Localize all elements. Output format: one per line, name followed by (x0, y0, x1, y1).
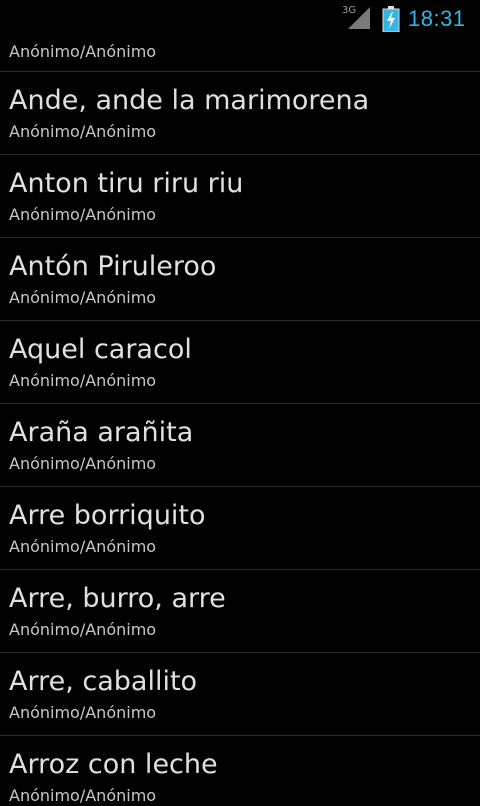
network-indicator: 3G (342, 6, 372, 30)
list-item-title: Arre, burro, arre (9, 583, 226, 614)
clock: 18:31 (408, 6, 466, 31)
list-item-title: Arroz con leche (9, 749, 218, 780)
list-item-subtitle: Anónimo/Anónimo (9, 371, 157, 390)
list-item[interactable]: Anton tiru riru riu Anónimo/Anónimo (0, 155, 480, 238)
list-item-title: Araña arañita (9, 417, 194, 448)
list-item-subtitle: Anónimo/Anónimo (9, 205, 157, 224)
list-item[interactable]: Aquel caracol Anónimo/Anónimo (0, 321, 480, 404)
list-item[interactable]: Antón Piruleroo Anónimo/Anónimo (0, 238, 480, 321)
list-item-title: Anton tiru riru riu (9, 168, 244, 199)
signal-icon (348, 7, 370, 29)
list-item-subtitle: Anónimo/Anónimo (9, 122, 157, 141)
list-item-subtitle: Anónimo/Anónimo (9, 288, 157, 307)
list-item-subtitle: Anónimo/Anónimo (9, 703, 157, 722)
list-item[interactable]: Ande, ande la marimorena Anónimo/Anónimo (0, 72, 480, 155)
list-item-subtitle: Anónimo/Anónimo (9, 42, 157, 61)
list-item-subtitle: Anónimo/Anónimo (9, 620, 157, 639)
battery-charging-icon (382, 6, 400, 33)
list-item-subtitle: Anónimo/Anónimo (9, 537, 157, 556)
list-item-title: Arre borriquito (9, 500, 206, 531)
list-item-subtitle: Anónimo/Anónimo (9, 454, 157, 473)
list-item[interactable]: Arroz con leche Anónimo/Anónimo (0, 736, 480, 805)
list-item-title: Aquel caracol (9, 334, 192, 365)
status-bar: 3G 18:31 (0, 0, 480, 38)
list-item-title: Arre, caballito (9, 666, 198, 697)
list-item-subtitle: Anónimo/Anónimo (9, 786, 157, 805)
list-item[interactable]: Anónimo/Anónimo (0, 38, 480, 72)
list-item-title: Antón Piruleroo (9, 251, 217, 282)
list-item[interactable]: Araña arañita Anónimo/Anónimo (0, 404, 480, 487)
list-item[interactable]: Arre borriquito Anónimo/Anónimo (0, 487, 480, 570)
list-item[interactable]: Arre, caballito Anónimo/Anónimo (0, 653, 480, 736)
list-item-title: Ande, ande la marimorena (9, 85, 370, 116)
list-item[interactable]: Arre, burro, arre Anónimo/Anónimo (0, 570, 480, 653)
